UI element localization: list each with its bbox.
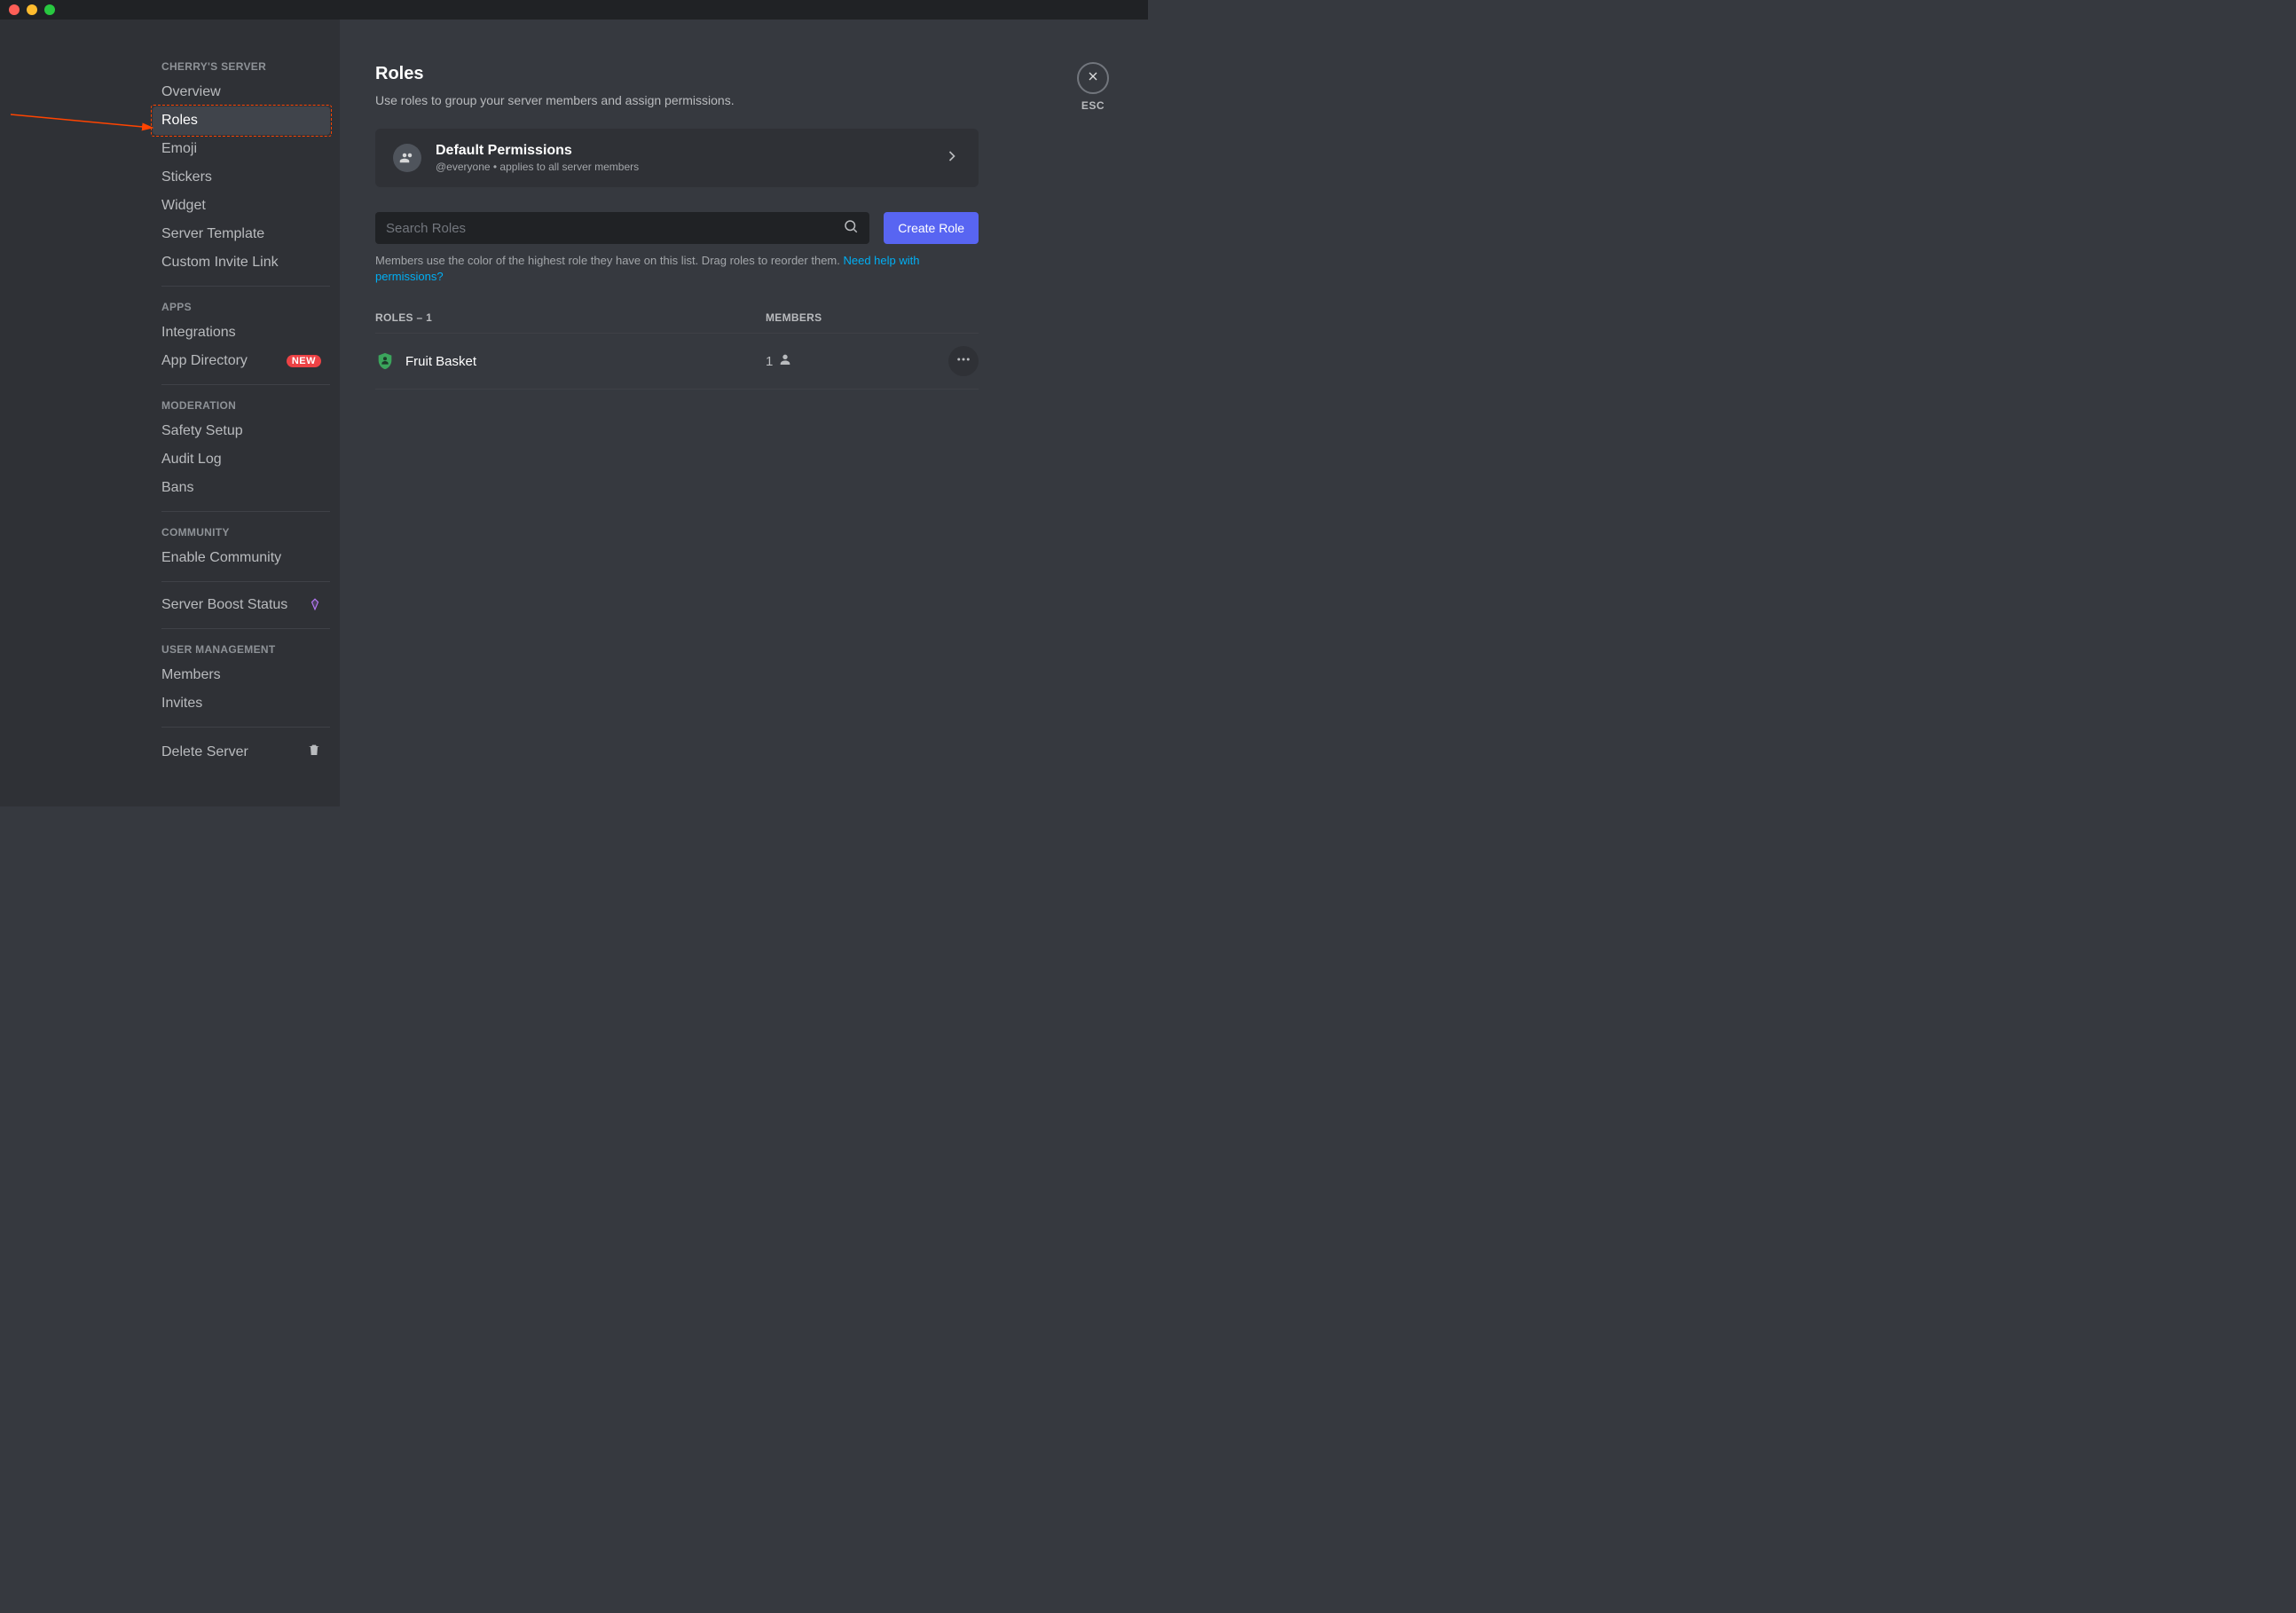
search-icon: [843, 218, 859, 239]
close-settings-region: ESC: [1077, 62, 1109, 112]
sidebar-item-audit-log[interactable]: Audit Log: [153, 445, 330, 474]
role-shield-icon: [375, 351, 395, 371]
members-column-header: MEMBERS: [766, 311, 925, 324]
sidebar-item-widget[interactable]: Widget: [153, 192, 330, 220]
sidebar-item-enable-community[interactable]: Enable Community: [153, 544, 330, 572]
roles-count-header: ROLES – 1: [375, 311, 766, 324]
sidebar-item-label: Server Boost Status: [161, 597, 287, 613]
sidebar-item-label: Integrations: [161, 325, 236, 341]
sidebar-item-label: Audit Log: [161, 452, 222, 468]
sidebar-item-label: Stickers: [161, 169, 212, 185]
divider: [161, 384, 330, 385]
window-minimize-light[interactable]: [27, 4, 37, 15]
sidebar-item-label: Invites: [161, 696, 202, 712]
helper-text-body: Members use the color of the highest rol…: [375, 254, 843, 267]
divider: [161, 581, 330, 582]
search-roles-input[interactable]: [386, 221, 843, 236]
sidebar-item-custom-invite-link[interactable]: Custom Invite Link: [153, 248, 330, 277]
server-section-header: CHERRY'S SERVER: [161, 55, 330, 78]
ellipsis-icon: [955, 351, 971, 372]
sidebar-item-label: Server Template: [161, 226, 264, 242]
sidebar-item-server-boost-status[interactable]: Server Boost Status: [153, 591, 330, 619]
chevron-right-icon: [943, 147, 961, 169]
window-close-light[interactable]: [9, 4, 20, 15]
sidebar-item-emoji[interactable]: Emoji: [153, 135, 330, 163]
settings-sidebar: CHERRY'S SERVER Overview Roles Emoji Sti…: [0, 20, 340, 806]
sidebar-item-label: App Directory: [161, 353, 248, 369]
divider: [161, 727, 330, 728]
sidebar-item-bans[interactable]: Bans: [153, 474, 330, 502]
sidebar-item-app-directory[interactable]: App Directory NEW: [153, 347, 330, 375]
user-mgmt-section-header: USER MANAGEMENT: [161, 638, 330, 661]
divider: [161, 628, 330, 629]
divider: [161, 511, 330, 512]
community-section-header: COMMUNITY: [161, 521, 330, 544]
role-name: Fruit Basket: [405, 354, 476, 369]
sidebar-item-label: Members: [161, 667, 221, 683]
everyone-icon: [393, 144, 421, 172]
sidebar-item-server-template[interactable]: Server Template: [153, 220, 330, 248]
sidebar-item-integrations[interactable]: Integrations: [153, 319, 330, 347]
roles-table-header: ROLES – 1 MEMBERS: [375, 311, 979, 334]
default-permissions-subtitle: @everyone • applies to all server member…: [436, 161, 929, 173]
sidebar-item-delete-server[interactable]: Delete Server: [153, 736, 330, 767]
sidebar-item-label: Roles: [161, 113, 198, 129]
helper-text: Members use the color of the highest rol…: [375, 253, 979, 285]
default-permissions-card[interactable]: Default Permissions @everyone • applies …: [375, 129, 979, 187]
close-icon: [1086, 69, 1100, 88]
page-title: Roles: [375, 64, 979, 84]
sidebar-item-safety-setup[interactable]: Safety Setup: [153, 417, 330, 445]
sidebar-item-label: Custom Invite Link: [161, 255, 279, 271]
sidebar-item-label: Emoji: [161, 141, 197, 157]
sidebar-item-invites[interactable]: Invites: [153, 689, 330, 718]
role-member-count: 1: [766, 354, 773, 369]
sidebar-item-label: Overview: [161, 84, 221, 100]
sidebar-item-overview[interactable]: Overview: [153, 78, 330, 106]
sidebar-item-label: Enable Community: [161, 550, 281, 566]
role-more-button[interactable]: [948, 346, 979, 376]
default-permissions-title: Default Permissions: [436, 143, 929, 159]
settings-content: Roles Use roles to group your server mem…: [340, 20, 1148, 806]
moderation-section-header: MODERATION: [161, 394, 330, 417]
search-roles-box[interactable]: [375, 212, 869, 244]
esc-label: ESC: [1081, 99, 1105, 112]
apps-section-header: APPS: [161, 295, 330, 319]
sidebar-item-label: Safety Setup: [161, 423, 243, 439]
person-icon: [778, 352, 792, 370]
role-row[interactable]: Fruit Basket 1: [375, 334, 979, 389]
window-zoom-light[interactable]: [44, 4, 55, 15]
boost-gem-icon: [309, 598, 321, 613]
divider: [161, 286, 330, 287]
new-badge: NEW: [287, 355, 321, 367]
create-role-button[interactable]: Create Role: [884, 212, 979, 244]
sidebar-item-stickers[interactable]: Stickers: [153, 163, 330, 192]
role-members-cell: 1: [766, 352, 925, 370]
close-settings-button[interactable]: [1077, 62, 1109, 94]
sidebar-item-members[interactable]: Members: [153, 661, 330, 689]
sidebar-item-label: Delete Server: [161, 744, 248, 760]
sidebar-item-roles[interactable]: Roles: [153, 106, 330, 135]
page-subtitle: Use roles to group your server members a…: [375, 93, 979, 107]
sidebar-item-label: Widget: [161, 198, 206, 214]
trash-icon: [307, 743, 321, 761]
sidebar-item-label: Bans: [161, 480, 193, 496]
window-titlebar: [0, 0, 1148, 20]
